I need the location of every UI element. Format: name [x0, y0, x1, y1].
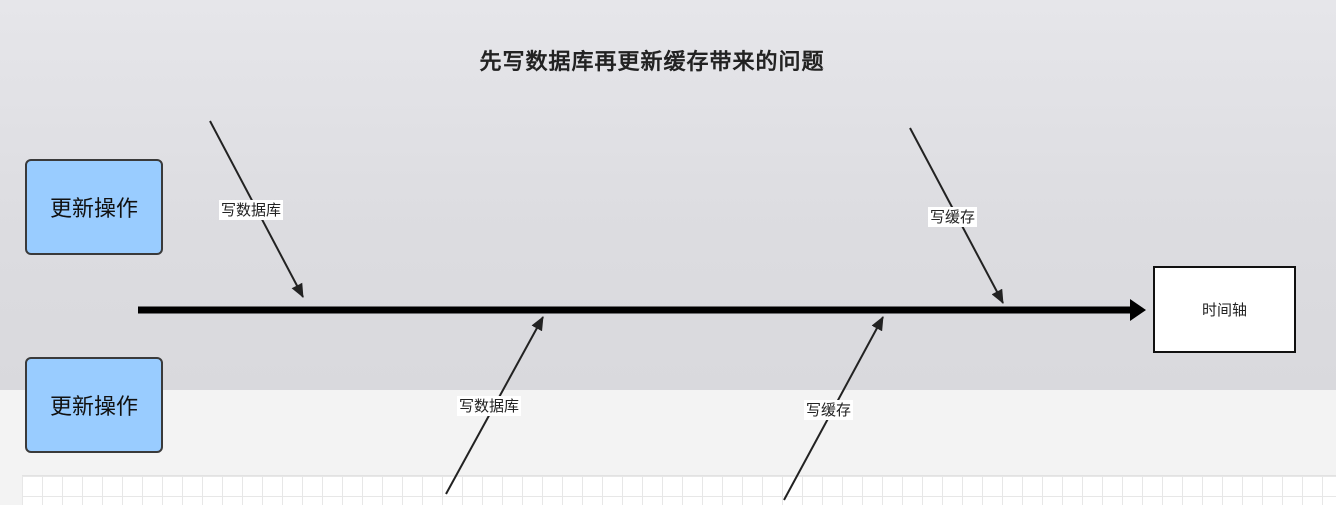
edge-label-bottom-write-db: 写数据库 [457, 396, 522, 416]
timeline-node-label: 时间轴 [1201, 301, 1247, 319]
timeline-arrowhead [1130, 299, 1146, 321]
edge-label-bottom-write-cache: 写缓存 [804, 400, 854, 420]
diagram-connectors [138, 120, 1146, 501]
edge-label-top-write-cache: 写缓存 [928, 207, 978, 227]
timeline-node[interactable]: 时间轴 [1153, 266, 1296, 353]
edge-label-top-write-db: 写数据库 [219, 200, 284, 220]
